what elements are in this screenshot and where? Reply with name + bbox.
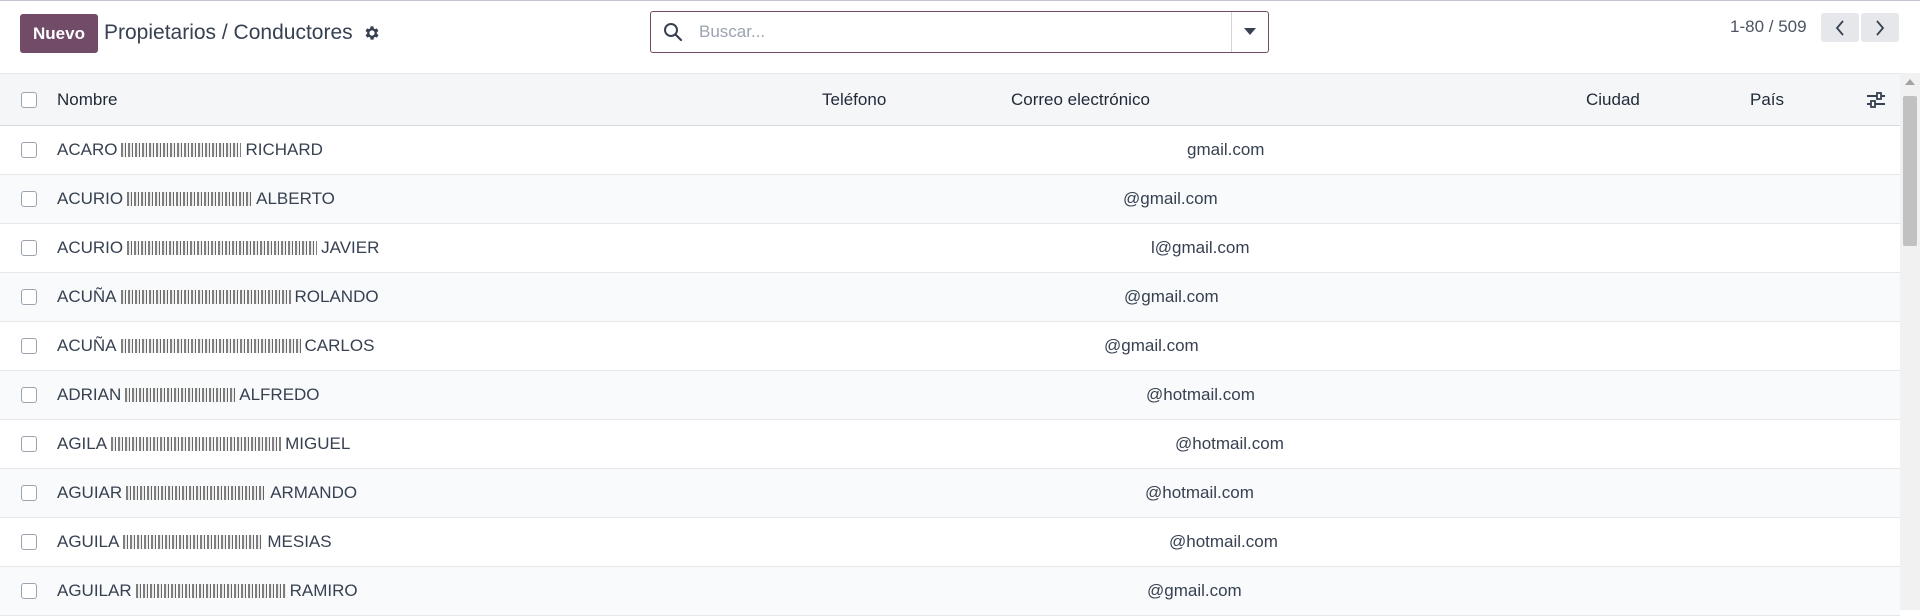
redacted-text xyxy=(120,290,291,304)
chevron-left-icon[interactable] xyxy=(1821,13,1859,42)
row-checkbox[interactable] xyxy=(21,583,37,599)
name-last: ALFREDO xyxy=(239,385,320,404)
name-last: MESIAS xyxy=(267,532,332,551)
redacted-text xyxy=(125,388,236,402)
gear-icon[interactable] xyxy=(363,24,381,42)
name-first: AGILA xyxy=(57,434,108,453)
redacted-text xyxy=(135,584,286,598)
control-panel: Nuevo Propietarios / Conductores 1-80 / … xyxy=(0,1,1920,73)
row-email: @hotmail.com xyxy=(1146,385,1255,404)
redacted-text xyxy=(111,437,282,451)
name-last: ROLANDO xyxy=(294,287,379,306)
table-row[interactable]: AGUIAR ARMANDO @hotmail.com xyxy=(0,469,1900,518)
redacted-text xyxy=(127,192,253,206)
vertical-scrollbar[interactable] xyxy=(1900,73,1920,610)
redacted-text xyxy=(121,143,242,157)
redacted-text xyxy=(120,339,301,353)
row-checkbox[interactable] xyxy=(21,240,37,256)
table-row[interactable]: ACURIO JAVIER l@gmail.com xyxy=(0,224,1900,273)
name-first: ACURIO xyxy=(57,238,124,257)
row-name: ACURIO ALBERTO xyxy=(57,175,335,223)
search-input[interactable] xyxy=(697,13,1231,51)
row-email: gmail.com xyxy=(1187,140,1265,159)
search-bar xyxy=(650,11,1269,53)
redacted-text xyxy=(126,486,267,500)
table-row[interactable]: AGUILAR RAMIRO @gmail.com xyxy=(0,567,1900,616)
sliders-icon[interactable] xyxy=(1866,74,1886,125)
name-first: AGUILA xyxy=(57,532,120,551)
table-row[interactable]: ACUÑA ROLANDO @gmail.com xyxy=(0,273,1900,322)
row-email: @gmail.com xyxy=(1104,336,1199,355)
name-last: RAMIRO xyxy=(289,581,358,600)
table-row[interactable]: ACARO RICHARD gmail.com xyxy=(0,126,1900,175)
row-email: @gmail.com xyxy=(1147,581,1242,600)
table-row[interactable]: ACURIO ALBERTO @gmail.com xyxy=(0,175,1900,224)
column-header-phone[interactable]: Teléfono xyxy=(822,74,886,125)
list-table: Nombre Teléfono Correo electrónico Ciuda… xyxy=(0,73,1900,616)
page-title: Propietarios / Conductores xyxy=(104,21,353,44)
row-checkbox[interactable] xyxy=(21,436,37,452)
row-checkbox[interactable] xyxy=(21,387,37,403)
redacted-text xyxy=(123,535,264,549)
name-first: ACARO xyxy=(57,140,118,159)
row-name: ACUÑA CARLOS xyxy=(57,322,374,370)
scrollbar-thumb[interactable] xyxy=(1903,96,1917,246)
name-last: ARMANDO xyxy=(270,483,358,502)
row-name: ACURIO JAVIER xyxy=(57,224,379,272)
row-email: @hotmail.com xyxy=(1175,434,1284,453)
name-first: AGUILAR xyxy=(57,581,132,600)
caret-down-icon[interactable] xyxy=(1231,12,1268,52)
row-email: @hotmail.com xyxy=(1145,483,1254,502)
row-name: ADRIAN ALFREDO xyxy=(57,371,320,419)
name-first: AGUIAR xyxy=(57,483,123,502)
row-name: AGUILA MESIAS xyxy=(57,518,332,566)
name-last: MIGUEL xyxy=(285,434,351,453)
new-button[interactable]: Nuevo xyxy=(20,14,98,53)
breadcrumb: Propietarios / Conductores xyxy=(104,21,381,45)
column-header-email[interactable]: Correo electrónico xyxy=(1011,74,1150,125)
table-row[interactable]: AGILA MIGUEL @hotmail.com xyxy=(0,420,1900,469)
column-header-city[interactable]: Ciudad xyxy=(1586,74,1640,125)
search-icon xyxy=(663,22,683,42)
row-name: AGILA MIGUEL xyxy=(57,420,350,468)
name-last: JAVIER xyxy=(321,238,380,257)
chevron-right-icon[interactable] xyxy=(1861,13,1899,42)
scroll-up-icon[interactable] xyxy=(1905,79,1915,85)
name-last: RICHARD xyxy=(245,140,323,159)
row-name: AGUILAR RAMIRO xyxy=(57,567,358,615)
row-checkbox[interactable] xyxy=(21,289,37,305)
name-first: ADRIAN xyxy=(57,385,122,404)
name-first: ACUÑA xyxy=(57,287,117,306)
column-header-country[interactable]: País xyxy=(1750,74,1784,125)
table-row[interactable]: ACUÑA CARLOS @gmail.com xyxy=(0,322,1900,371)
table-row[interactable]: AGUILA MESIAS @hotmail.com xyxy=(0,518,1900,567)
row-email: @hotmail.com xyxy=(1169,532,1278,551)
name-last: CARLOS xyxy=(304,336,375,355)
redacted-text xyxy=(127,241,318,255)
row-checkbox[interactable] xyxy=(21,485,37,501)
name-first: ACUÑA xyxy=(57,336,117,355)
row-name: ACARO RICHARD xyxy=(57,126,323,174)
column-header-name[interactable]: Nombre xyxy=(57,74,117,125)
row-checkbox[interactable] xyxy=(21,534,37,550)
row-name: ACUÑA ROLANDO xyxy=(57,273,379,321)
row-email: @gmail.com xyxy=(1123,189,1218,208)
row-email: l@gmail.com xyxy=(1151,238,1250,257)
name-last: ALBERTO xyxy=(256,189,335,208)
row-name: AGUIAR ARMANDO xyxy=(57,469,357,517)
row-checkbox[interactable] xyxy=(21,142,37,158)
row-email: @gmail.com xyxy=(1124,287,1219,306)
row-checkbox[interactable] xyxy=(21,338,37,354)
table-row[interactable]: ADRIAN ALFREDO @hotmail.com xyxy=(0,371,1900,420)
row-checkbox[interactable] xyxy=(21,191,37,207)
table-header: Nombre Teléfono Correo electrónico Ciuda… xyxy=(0,73,1900,126)
name-first: ACURIO xyxy=(57,189,124,208)
select-all-checkbox[interactable] xyxy=(21,92,37,108)
pager-value[interactable]: 1-80 / 509 xyxy=(1730,17,1807,37)
